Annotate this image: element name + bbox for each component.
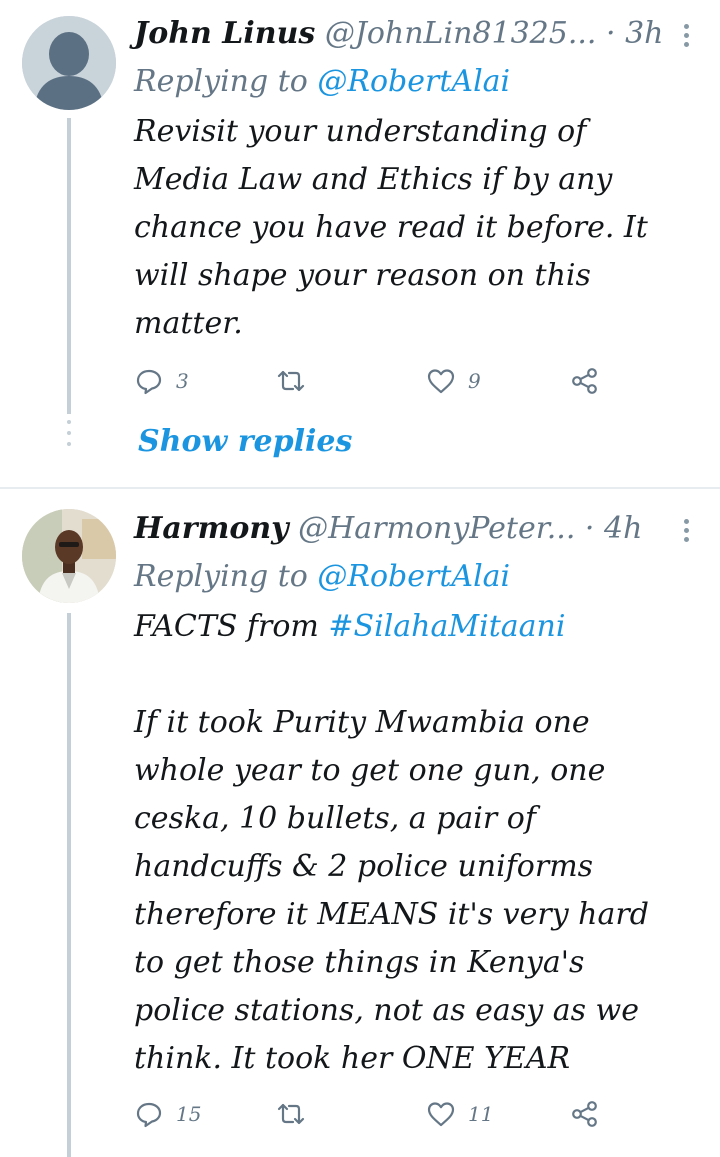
tweet-actions: 3 9 <box>134 364 614 398</box>
tweet-text-line: police stations, not as easy as we <box>134 993 639 1028</box>
replying-to: Replying to @RobertAlai <box>134 60 510 104</box>
tweet-text-line: to get those things in Kenya's <box>134 945 585 980</box>
tweet-text-line: If it took Purity Mwambia one <box>134 705 590 740</box>
replying-to: Replying to @RobertAlai <box>134 555 510 599</box>
tweet-text-line: ceska, 10 bullets, a pair of <box>134 801 536 836</box>
like-button[interactable]: 9 <box>426 364 481 398</box>
tweet-text-line: Revisit your understanding of <box>134 114 587 149</box>
like-count: 9 <box>468 369 481 393</box>
timestamp[interactable]: 4h <box>604 511 642 546</box>
reply-button[interactable]: 15 <box>134 1097 201 1131</box>
heart-icon <box>427 369 455 394</box>
tweet-text-line: therefore it MEANS it's very hard <box>134 897 649 932</box>
replying-mention-link[interactable]: @RobertAlai <box>317 64 510 99</box>
replying-prefix: Replying to <box>134 64 318 99</box>
tweet-actions: 15 11 <box>134 1097 614 1131</box>
profile-photo-icon <box>22 509 116 603</box>
retweet-icon <box>277 370 305 392</box>
thread-line <box>67 613 71 1157</box>
share-button[interactable] <box>570 364 600 398</box>
thread-line <box>67 118 71 414</box>
tweet-header: John Linus @JohnLin81325... · 3h <box>134 12 694 56</box>
hashtag-link[interactable]: #SilahaMitaani <box>328 609 565 644</box>
separator-dot: · <box>575 511 604 546</box>
tweet-text: Revisit your understanding of Media Law … <box>134 108 700 348</box>
author-name[interactable]: Harmony <box>134 511 289 546</box>
heart-icon <box>427 1102 455 1127</box>
reply-button[interactable]: 3 <box>134 364 189 398</box>
thread-continuation-dots <box>64 420 74 454</box>
retweet-icon <box>277 1103 305 1125</box>
more-vertical-icon[interactable] <box>682 519 690 543</box>
reply-count: 15 <box>176 1102 202 1126</box>
avatar-photo[interactable] <box>22 509 116 603</box>
tweet-text-line: chance you have read it before. It <box>134 210 648 245</box>
author-name[interactable]: John Linus <box>134 16 315 51</box>
show-replies-link[interactable]: Show replies <box>138 420 352 464</box>
retweet-button[interactable] <box>276 364 318 398</box>
tweet-text-line: will shape your reason on this <box>134 258 591 293</box>
tweet-text: FACTS from #SilahaMitaani If it took Pur… <box>134 603 700 1083</box>
share-icon <box>572 368 597 394</box>
replying-prefix: Replying to <box>134 559 318 594</box>
tweet-header: Harmony @HarmonyPeter... · 4h <box>134 507 694 551</box>
author-handle[interactable]: @HarmonyPeter... <box>298 511 575 546</box>
replying-mention-link[interactable]: @RobertAlai <box>317 559 510 594</box>
reply-icon <box>136 369 162 395</box>
tweet-text-line: matter. <box>134 306 243 341</box>
timestamp[interactable]: 3h <box>625 16 663 51</box>
tweet-text-line: Media Law and Ethics if by any <box>134 162 613 197</box>
separator-dot: · <box>596 16 626 51</box>
reply-icon <box>136 1102 162 1128</box>
author-handle[interactable]: @JohnLin81325... <box>325 16 597 51</box>
tweet-text-line: handcuffs & 2 police uniforms <box>134 849 594 884</box>
share-button[interactable] <box>570 1097 600 1131</box>
default-profile-icon <box>22 16 116 110</box>
share-icon <box>572 1101 597 1127</box>
tweet-harmony[interactable]: Harmony @HarmonyPeter... · 4h Replying t… <box>0 489 720 1157</box>
tweet-text-line: FACTS from #SilahaMitaani <box>134 603 700 651</box>
reply-count: 3 <box>176 369 189 393</box>
tweet-john-linus[interactable]: John Linus @JohnLin81325... · 3h Replyin… <box>0 0 720 488</box>
like-button[interactable]: 11 <box>426 1097 493 1131</box>
like-count: 11 <box>468 1102 494 1126</box>
tweet-text-line: whole year to get one gun, one <box>134 753 606 788</box>
facts-prefix: FACTS from <box>134 609 329 644</box>
tweet-text-line: think. It took her ONE YEAR <box>134 1041 571 1076</box>
avatar-default[interactable] <box>22 16 116 110</box>
more-vertical-icon[interactable] <box>682 24 690 48</box>
retweet-button[interactable] <box>276 1097 318 1131</box>
